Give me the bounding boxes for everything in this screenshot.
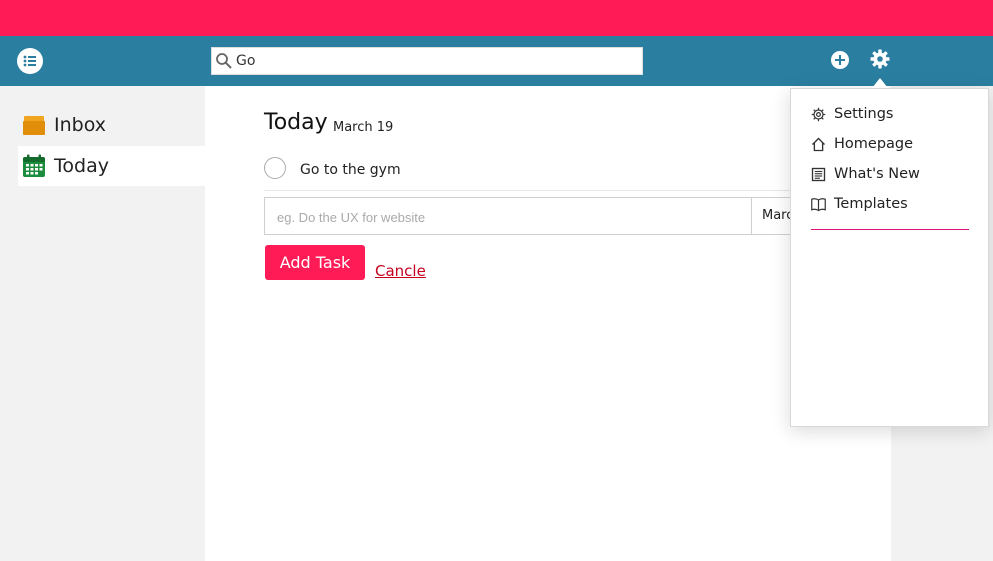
add-task-button[interactable]: Add Task <box>265 245 365 280</box>
news-icon <box>811 167 826 181</box>
menu-item-label: Settings <box>834 106 894 122</box>
calendar-icon <box>23 154 45 177</box>
gear-icon <box>811 107 826 121</box>
menu-item-label: Templates <box>834 196 908 212</box>
home-icon <box>812 137 825 151</box>
dropdown-caret <box>872 78 888 88</box>
task-row: Go to the gym <box>264 156 824 191</box>
search-icon <box>216 53 232 69</box>
navbar <box>0 36 993 86</box>
menu-item-homepage[interactable]: Homepage <box>811 132 913 156</box>
menu-divider <box>811 229 969 230</box>
menu-item-label: Homepage <box>834 136 914 152</box>
menu-item-templates[interactable]: Templates <box>811 192 908 216</box>
settings-dropdown: Settings Homepage What's New Templates <box>790 88 989 427</box>
sidebar-item-label: Today <box>54 155 109 177</box>
page-date: March 19 <box>333 120 394 135</box>
task-checkbox[interactable] <box>264 157 286 179</box>
inbox-folder-icon <box>23 116 45 135</box>
list-icon[interactable] <box>17 48 43 74</box>
sidebar-item-label: Inbox <box>54 114 106 136</box>
gear-icon[interactable] <box>868 47 892 71</box>
plus-circle-icon[interactable] <box>831 51 849 69</box>
search-box[interactable] <box>211 47 643 75</box>
top-accent-bar <box>0 0 993 36</box>
search-input[interactable] <box>236 48 636 74</box>
menu-item-label: What's New <box>834 166 920 182</box>
new-task-form: March 19 <box>264 197 824 236</box>
sidebar-item-today[interactable]: Today <box>18 146 205 186</box>
menu-item-settings[interactable]: Settings <box>811 102 893 126</box>
book-icon <box>811 197 826 211</box>
sidebar-item-inbox[interactable]: Inbox <box>18 105 205 145</box>
page-title: Today <box>264 110 328 135</box>
main-content: Today March 19 Go to the gym March 19 Ad… <box>205 86 891 561</box>
task-label: Go to the gym <box>300 162 401 178</box>
cancel-link[interactable]: Cancle <box>375 262 426 280</box>
sidebar: Inbox Today <box>0 86 205 561</box>
menu-item-whats-new[interactable]: What's New <box>811 162 920 186</box>
new-task-input[interactable] <box>275 198 749 236</box>
